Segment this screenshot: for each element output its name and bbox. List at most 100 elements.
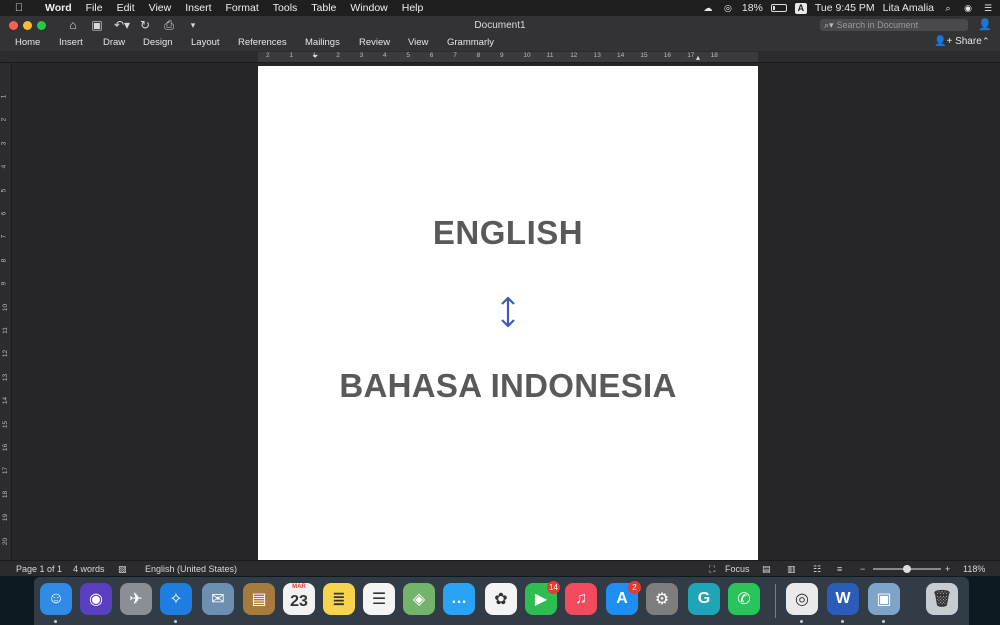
dock-glyph: ✉	[211, 591, 225, 608]
customize-toolbar-icon[interactable]: ▾	[186, 20, 200, 31]
share-button[interactable]: 👤+ Share	[934, 34, 982, 49]
cloud-icon[interactable]: ☁	[702, 3, 714, 13]
whatsapp-icon[interactable]: ✆	[728, 583, 760, 615]
collapse-ribbon-icon[interactable]: ⌃	[982, 34, 990, 49]
draft-view-icon[interactable]: ≡	[837, 561, 842, 577]
status-menu-area: ☁ ◎ 18% A Tue 9:45 PM Lita Amalia ⌕ ◉ ☰	[702, 0, 994, 16]
ruler-number: 8	[0, 258, 8, 263]
siri-icon[interactable]: ◉	[80, 583, 112, 615]
siri-icon[interactable]: ◉	[962, 3, 974, 13]
mail-icon[interactable]: ✉	[202, 583, 234, 615]
zoom-level[interactable]: 118%	[963, 561, 985, 577]
document-canvas[interactable]: ENGLISH BAHASA INDONESIA	[12, 63, 1000, 560]
menu-insert[interactable]: Insert	[178, 0, 218, 16]
ruler-number: 16	[2, 443, 10, 452]
menu-help[interactable]: Help	[395, 0, 431, 16]
notebook-icon[interactable]: ▤	[243, 583, 275, 615]
calendar-icon[interactable]: MAR 23	[283, 583, 315, 615]
tab-view[interactable]: View	[408, 34, 428, 51]
menu-edit[interactable]: Edit	[110, 0, 142, 16]
menu-file[interactable]: File	[79, 0, 110, 16]
ruler-number: 6	[429, 52, 434, 59]
print-layout-icon[interactable]: ▤	[762, 561, 771, 577]
tab-insert[interactable]: Insert	[59, 34, 83, 51]
maps-icon[interactable]: ◈	[403, 583, 435, 615]
menu-tools[interactable]: Tools	[266, 0, 305, 16]
heading-bahasa-indonesia[interactable]: BAHASA INDONESIA	[258, 367, 758, 405]
right-indent-marker-icon[interactable]: ▴	[696, 53, 700, 62]
launchpad-icon[interactable]: ✈	[120, 583, 152, 615]
focus-label[interactable]: Focus	[725, 561, 750, 577]
indent-marker-icon[interactable]: ⏷	[312, 52, 318, 62]
ruler-number: 15	[2, 420, 10, 428]
word-icon[interactable]: W	[827, 583, 859, 615]
messages-icon[interactable]: …	[443, 583, 475, 615]
ruler-number: 16	[663, 52, 672, 59]
tab-layout[interactable]: Layout	[191, 34, 220, 51]
running-indicator	[54, 620, 57, 623]
music-icon[interactable]: ♫	[565, 583, 597, 615]
home-icon[interactable]: ⌂	[66, 18, 80, 32]
redo-icon[interactable]: ↻	[138, 18, 152, 32]
menu-app-word[interactable]: Word	[38, 0, 79, 16]
tab-mailings[interactable]: Mailings	[305, 34, 340, 51]
menu-table[interactable]: Table	[304, 0, 343, 16]
preview-icon[interactable]: ▣	[868, 583, 900, 615]
finder-icon[interactable]: ☺	[40, 583, 72, 615]
grammarly-icon[interactable]: G	[688, 583, 720, 615]
menu-window[interactable]: Window	[343, 0, 394, 16]
ruler-number: 4	[0, 164, 8, 169]
battery-icon[interactable]	[770, 4, 787, 12]
zoom-in-button[interactable]: +	[945, 561, 950, 577]
ruler-number: 6	[0, 211, 8, 216]
proofing-icon[interactable]: ▧	[118, 561, 127, 577]
language-status[interactable]: English (United States)	[145, 561, 237, 577]
tab-references[interactable]: References	[238, 34, 287, 51]
page-count[interactable]: Page 1 of 1	[16, 561, 62, 577]
zoom-out-button[interactable]: −	[860, 561, 865, 577]
account-icon[interactable]: 👤	[978, 18, 992, 31]
menu-view[interactable]: View	[142, 0, 179, 16]
menu-format[interactable]: Format	[219, 0, 266, 16]
save-icon[interactable]: ▣	[90, 18, 104, 32]
input-source-icon[interactable]: A	[794, 2, 807, 14]
document-page[interactable]: ENGLISH BAHASA INDONESIA	[258, 66, 758, 560]
search-document-input[interactable]: ⌕▾ Search in Document	[820, 19, 968, 31]
dock-glyph: W	[835, 590, 851, 607]
ruler-text-area	[258, 52, 758, 62]
photos-icon[interactable]: ✿	[485, 583, 517, 615]
close-window-button[interactable]	[9, 20, 18, 30]
zoom-window-button[interactable]	[37, 20, 46, 30]
trash-icon[interactable]: 🗑	[926, 583, 958, 615]
user-name[interactable]: Lita Amalia	[883, 2, 934, 14]
up-down-arrow-icon[interactable]	[497, 296, 519, 328]
outline-view-icon[interactable]: ☷	[813, 561, 821, 577]
chrome-icon[interactable]: ◎	[786, 583, 818, 615]
zoom-slider-knob[interactable]	[903, 565, 911, 573]
tab-draw[interactable]: Draw	[103, 34, 125, 51]
minimize-window-button[interactable]	[23, 20, 32, 30]
focus-mode-icon[interactable]: ⛶	[709, 561, 715, 577]
horizontal-ruler[interactable]: 2 1 1 2 3 4 5 6 7 8 9 10 11 12 13 14 15 16 17 18 ⏷ ▴	[0, 51, 1000, 63]
system-preferences-icon[interactable]: ⚙	[646, 583, 678, 615]
apple-menu-icon[interactable]: 	[12, 2, 26, 14]
notification-center-icon[interactable]: ☰	[982, 3, 994, 13]
notes-icon[interactable]: ≣	[323, 583, 355, 615]
reminders-icon[interactable]: ☰	[363, 583, 395, 615]
tab-design[interactable]: Design	[143, 34, 173, 51]
ruler-number: 9	[500, 52, 504, 59]
word-count[interactable]: 4 words	[73, 561, 105, 577]
clock[interactable]: Tue 9:45 PM	[815, 2, 875, 14]
safari-icon[interactable]: ✧	[160, 583, 192, 615]
tab-home[interactable]: Home	[15, 34, 40, 51]
tab-review[interactable]: Review	[359, 34, 390, 51]
heading-english[interactable]: ENGLISH	[258, 214, 758, 252]
airplay-icon[interactable]: ◎	[722, 3, 734, 13]
vertical-ruler[interactable]: 123456789101112131415161718192021	[0, 63, 12, 568]
print-icon[interactable]: ⎙	[162, 18, 176, 33]
dock-separator	[775, 584, 776, 618]
spotlight-icon[interactable]: ⌕	[942, 3, 954, 13]
undo-icon[interactable]: ↶▾	[114, 18, 130, 32]
tab-grammarly[interactable]: Grammarly	[447, 34, 494, 51]
web-layout-icon[interactable]: ▥	[787, 561, 796, 577]
